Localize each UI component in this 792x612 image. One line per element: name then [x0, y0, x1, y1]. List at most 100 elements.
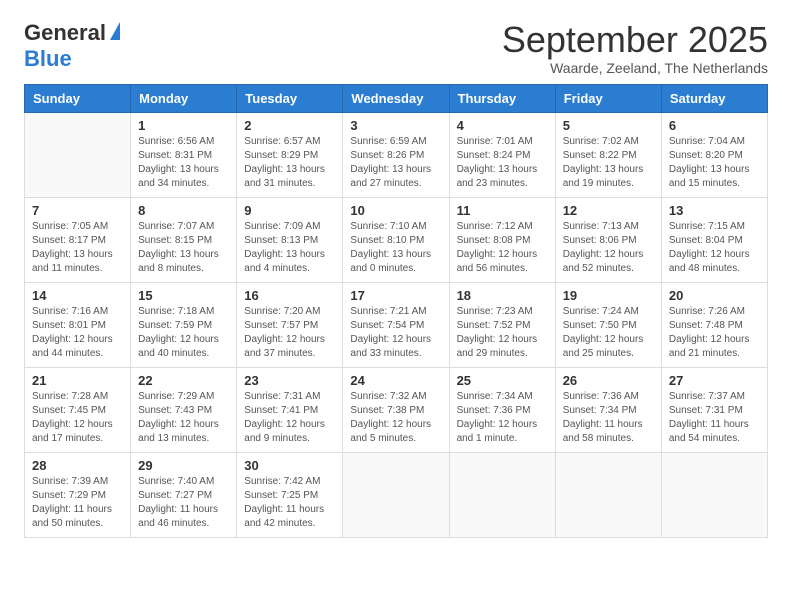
day-number: 21	[32, 373, 123, 388]
calendar-cell: 26Sunrise: 7:36 AM Sunset: 7:34 PM Dayli…	[555, 367, 661, 452]
calendar-cell	[343, 452, 449, 537]
day-info: Sunrise: 7:21 AM Sunset: 7:54 PM Dayligh…	[350, 305, 441, 361]
day-info: Sunrise: 7:29 AM Sunset: 7:43 PM Dayligh…	[138, 390, 229, 446]
day-info: Sunrise: 7:01 AM Sunset: 8:24 PM Dayligh…	[457, 135, 548, 191]
day-number: 15	[138, 288, 229, 303]
calendar-cell: 13Sunrise: 7:15 AM Sunset: 8:04 PM Dayli…	[661, 197, 767, 282]
calendar-cell: 24Sunrise: 7:32 AM Sunset: 7:38 PM Dayli…	[343, 367, 449, 452]
day-info: Sunrise: 7:36 AM Sunset: 7:34 PM Dayligh…	[563, 390, 654, 446]
day-number: 16	[244, 288, 335, 303]
calendar-cell: 16 Sunrise: 7:20 AM Sunset: 7:57 PM Dayli…	[237, 282, 343, 367]
column-header-thursday: Thursday	[449, 84, 555, 112]
day-number: 28	[32, 458, 123, 473]
calendar-cell: 1Sunrise: 6:56 AM Sunset: 8:31 PM Daylig…	[131, 112, 237, 197]
day-number: 27	[669, 373, 760, 388]
day-number: 11	[457, 203, 548, 218]
day-number: 5	[563, 118, 654, 133]
column-header-tuesday: Tuesday	[237, 84, 343, 112]
day-number: 4	[457, 118, 548, 133]
day-info: Sunrise: 7:12 AM Sunset: 8:08 PM Dayligh…	[457, 220, 548, 276]
location-subtitle: Waarde, Zeeland, The Netherlands	[502, 60, 768, 76]
title-block: September 2025 Waarde, Zeeland, The Neth…	[502, 20, 768, 76]
day-info: Sunrise: 7:42 AM Sunset: 7:25 PM Dayligh…	[244, 475, 335, 531]
day-info: Sunrise: 7:40 AM Sunset: 7:27 PM Dayligh…	[138, 475, 229, 531]
day-number: 17	[350, 288, 441, 303]
calendar-cell: 22 Sunrise: 7:29 AM Sunset: 7:43 PM Dayli…	[131, 367, 237, 452]
day-number: 6	[669, 118, 760, 133]
logo-triangle-icon	[110, 22, 120, 40]
day-info: Sunrise: 7:10 AM Sunset: 8:10 PM Dayligh…	[350, 220, 441, 276]
day-info: Sunrise: 7:05 AM Sunset: 8:17 PM Dayligh…	[32, 220, 123, 276]
week-row-1: 1Sunrise: 6:56 AM Sunset: 8:31 PM Daylig…	[25, 112, 768, 197]
calendar-cell: 5Sunrise: 7:02 AM Sunset: 8:22 PM Daylig…	[555, 112, 661, 197]
day-number: 19	[563, 288, 654, 303]
day-info: Sunrise: 7:39 AM Sunset: 7:29 PM Dayligh…	[32, 475, 123, 531]
day-number: 25	[457, 373, 548, 388]
logo-general-text: General	[24, 20, 106, 46]
day-info: Sunrise: 7:23 AM Sunset: 7:52 PM Dayligh…	[457, 305, 548, 361]
day-info: Sunrise: 7:07 AM Sunset: 8:15 PM Dayligh…	[138, 220, 229, 276]
day-info: Sunrise: 7:34 AM Sunset: 7:36 PM Dayligh…	[457, 390, 548, 446]
calendar-cell: 9 Sunrise: 7:09 AM Sunset: 8:13 PM Daylig…	[237, 197, 343, 282]
calendar-cell: 8Sunrise: 7:07 AM Sunset: 8:15 PM Daylig…	[131, 197, 237, 282]
column-header-sunday: Sunday	[25, 84, 131, 112]
calendar-cell	[555, 452, 661, 537]
calendar-cell: 17 Sunrise: 7:21 AM Sunset: 7:54 PM Dayli…	[343, 282, 449, 367]
calendar-cell: 3 Sunrise: 6:59 AM Sunset: 8:26 PM Daylig…	[343, 112, 449, 197]
calendar-cell: 7 Sunrise: 7:05 AM Sunset: 8:17 PM Daylig…	[25, 197, 131, 282]
calendar-cell: 12 Sunrise: 7:13 AM Sunset: 8:06 PM Dayli…	[555, 197, 661, 282]
day-number: 7	[32, 203, 123, 218]
calendar-cell: 15Sunrise: 7:18 AM Sunset: 7:59 PM Dayli…	[131, 282, 237, 367]
calendar-cell	[449, 452, 555, 537]
day-info: Sunrise: 7:13 AM Sunset: 8:06 PM Dayligh…	[563, 220, 654, 276]
day-number: 23	[244, 373, 335, 388]
day-info: Sunrise: 6:56 AM Sunset: 8:31 PM Dayligh…	[138, 135, 229, 191]
column-header-friday: Friday	[555, 84, 661, 112]
calendar-cell	[661, 452, 767, 537]
calendar-cell: 27 Sunrise: 7:37 AM Sunset: 7:31 PM Dayli…	[661, 367, 767, 452]
day-info: Sunrise: 7:31 AM Sunset: 7:41 PM Dayligh…	[244, 390, 335, 446]
day-info: Sunrise: 7:04 AM Sunset: 8:20 PM Dayligh…	[669, 135, 760, 191]
day-info: Sunrise: 7:16 AM Sunset: 8:01 PM Dayligh…	[32, 305, 123, 361]
column-header-wednesday: Wednesday	[343, 84, 449, 112]
day-info: Sunrise: 7:37 AM Sunset: 7:31 PM Dayligh…	[669, 390, 760, 446]
day-info: Sunrise: 6:59 AM Sunset: 8:26 PM Dayligh…	[350, 135, 441, 191]
week-row-2: 7 Sunrise: 7:05 AM Sunset: 8:17 PM Daylig…	[25, 197, 768, 282]
week-row-5: 28 Sunrise: 7:39 AM Sunset: 7:29 PM Dayli…	[25, 452, 768, 537]
calendar-cell: 19Sunrise: 7:24 AM Sunset: 7:50 PM Dayli…	[555, 282, 661, 367]
week-row-3: 14Sunrise: 7:16 AM Sunset: 8:01 PM Dayli…	[25, 282, 768, 367]
column-header-saturday: Saturday	[661, 84, 767, 112]
calendar-cell: 21 Sunrise: 7:28 AM Sunset: 7:45 PM Dayli…	[25, 367, 131, 452]
calendar-cell	[25, 112, 131, 197]
day-number: 18	[457, 288, 548, 303]
day-info: Sunrise: 7:28 AM Sunset: 7:45 PM Dayligh…	[32, 390, 123, 446]
calendar-cell: 10Sunrise: 7:10 AM Sunset: 8:10 PM Dayli…	[343, 197, 449, 282]
day-number: 3	[350, 118, 441, 133]
calendar-cell: 30 Sunrise: 7:42 AM Sunset: 7:25 PM Dayli…	[237, 452, 343, 537]
day-info: Sunrise: 7:09 AM Sunset: 8:13 PM Dayligh…	[244, 220, 335, 276]
calendar-table: SundayMondayTuesdayWednesdayThursdayFrid…	[24, 84, 768, 538]
day-number: 24	[350, 373, 441, 388]
logo: General Blue	[24, 20, 120, 72]
calendar-cell: 11 Sunrise: 7:12 AM Sunset: 8:08 PM Dayli…	[449, 197, 555, 282]
calendar-cell: 18 Sunrise: 7:23 AM Sunset: 7:52 PM Dayli…	[449, 282, 555, 367]
week-row-4: 21 Sunrise: 7:28 AM Sunset: 7:45 PM Dayli…	[25, 367, 768, 452]
calendar-cell: 25 Sunrise: 7:34 AM Sunset: 7:36 PM Dayli…	[449, 367, 555, 452]
calendar-cell: 14Sunrise: 7:16 AM Sunset: 8:01 PM Dayli…	[25, 282, 131, 367]
page-header: General Blue September 2025 Waarde, Zeel…	[24, 20, 768, 76]
day-info: Sunrise: 6:57 AM Sunset: 8:29 PM Dayligh…	[244, 135, 335, 191]
calendar-header-row: SundayMondayTuesdayWednesdayThursdayFrid…	[25, 84, 768, 112]
day-info: Sunrise: 7:15 AM Sunset: 8:04 PM Dayligh…	[669, 220, 760, 276]
day-info: Sunrise: 7:20 AM Sunset: 7:57 PM Dayligh…	[244, 305, 335, 361]
day-number: 9	[244, 203, 335, 218]
month-title: September 2025	[502, 20, 768, 60]
day-info: Sunrise: 7:26 AM Sunset: 7:48 PM Dayligh…	[669, 305, 760, 361]
day-number: 22	[138, 373, 229, 388]
day-number: 12	[563, 203, 654, 218]
calendar-cell: 2Sunrise: 6:57 AM Sunset: 8:29 PM Daylig…	[237, 112, 343, 197]
logo-blue-text: Blue	[24, 46, 72, 72]
day-number: 29	[138, 458, 229, 473]
calendar-cell: 29 Sunrise: 7:40 AM Sunset: 7:27 PM Dayli…	[131, 452, 237, 537]
calendar-cell: 6 Sunrise: 7:04 AM Sunset: 8:20 PM Daylig…	[661, 112, 767, 197]
day-number: 30	[244, 458, 335, 473]
